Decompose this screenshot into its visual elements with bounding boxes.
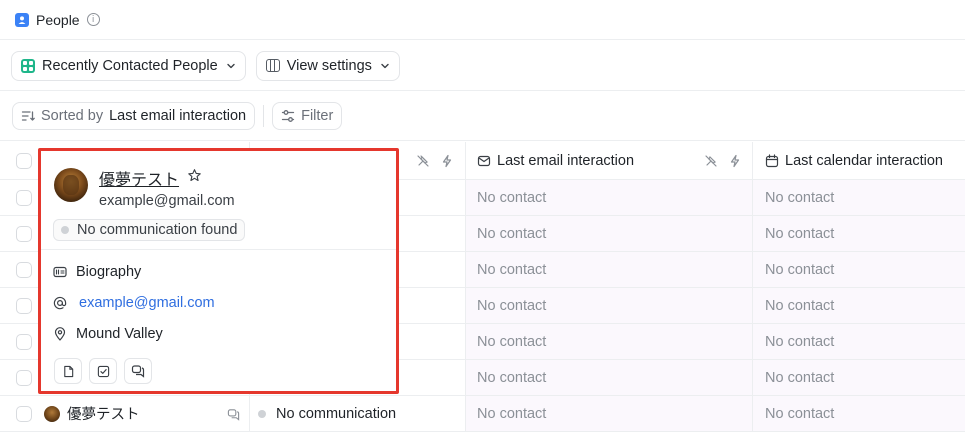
- avatar: [54, 168, 88, 202]
- column-header-email[interactable]: Last email interaction: [477, 142, 634, 180]
- email-cell[interactable]: No contact: [477, 216, 546, 251]
- page-title: People: [36, 11, 80, 28]
- email-cell[interactable]: No contact: [477, 180, 546, 215]
- lightning-icon[interactable]: [440, 154, 454, 168]
- column-divider: [465, 142, 466, 179]
- view-selector[interactable]: Recently Contacted People: [11, 50, 246, 81]
- avatar: [44, 405, 60, 422]
- calendar-cell[interactable]: No contact: [765, 180, 834, 215]
- column-actions: [416, 154, 454, 168]
- calendar-cell[interactable]: No contact: [765, 288, 834, 323]
- biography-icon: [53, 266, 67, 278]
- select-all-checkbox[interactable]: [16, 153, 32, 169]
- view-name: Recently Contacted People: [42, 57, 218, 74]
- comment-button[interactable]: [124, 358, 152, 384]
- column-label: Last calendar interaction: [785, 153, 943, 169]
- person-name: 優夢テスト: [67, 407, 140, 423]
- info-icon[interactable]: i: [86, 13, 100, 26]
- note-button[interactable]: [54, 358, 82, 384]
- row-checkbox[interactable]: [16, 370, 32, 386]
- status-dot: [258, 409, 266, 418]
- chevron-down-icon: [381, 63, 389, 68]
- email-cell[interactable]: No contact: [477, 396, 546, 431]
- column-header-calendar[interactable]: Last calendar interaction: [765, 142, 943, 180]
- calendar-icon: [765, 154, 779, 168]
- star-icon[interactable]: [187, 168, 202, 183]
- row-checkbox[interactable]: [16, 406, 32, 422]
- lightning-icon[interactable]: [728, 154, 742, 168]
- column-label: Last email interaction: [497, 153, 635, 169]
- unpin-icon[interactable]: [416, 154, 430, 168]
- location-pin-icon: [54, 327, 66, 341]
- communication-cell[interactable]: No communication: [258, 396, 396, 431]
- row-checkbox[interactable]: [16, 298, 32, 314]
- sort-button[interactable]: Sorted by Last email interaction: [12, 102, 256, 130]
- row-checkbox[interactable]: [16, 190, 32, 206]
- filter-sliders-icon: [281, 110, 295, 122]
- column-divider: [752, 142, 753, 179]
- column-actions: [704, 154, 742, 168]
- biography-label: Biography: [76, 264, 142, 280]
- mail-icon: [477, 155, 491, 167]
- sort-icon: [21, 111, 35, 121]
- person-name-link[interactable]: 優夢テスト: [99, 166, 179, 190]
- email-cell[interactable]: No contact: [477, 324, 546, 359]
- sort-field: Last email interaction: [109, 108, 247, 124]
- status-badge-label: No communication found: [77, 222, 238, 238]
- comments-icon[interactable]: [227, 408, 240, 421]
- filter-button[interactable]: Filter: [272, 102, 343, 130]
- person-hover-card: 優夢テスト example@gmail.com No communication…: [38, 148, 399, 394]
- people-icon: [15, 12, 29, 27]
- sorted-by-label: Sorted by: [41, 108, 104, 124]
- divider: [41, 249, 396, 250]
- unpin-icon[interactable]: [704, 154, 718, 168]
- task-button[interactable]: [89, 358, 117, 384]
- calendar-cell[interactable]: No contact: [765, 216, 834, 251]
- view-grid-icon: [21, 58, 35, 73]
- table-row[interactable]: 優夢テスト No communication No contact No con…: [0, 396, 965, 432]
- row-checkbox[interactable]: [16, 262, 32, 278]
- location-label: Mound Valley: [76, 326, 163, 342]
- email-cell[interactable]: No contact: [477, 252, 546, 287]
- email-link[interactable]: example@gmail.com: [79, 295, 215, 311]
- at-icon: [53, 296, 67, 310]
- calendar-cell[interactable]: No contact: [765, 360, 834, 395]
- email-row[interactable]: example@gmail.com: [53, 295, 215, 311]
- status-badge: No communication found: [53, 219, 246, 241]
- person-email: example@gmail.com: [99, 193, 235, 209]
- email-cell[interactable]: No contact: [477, 288, 546, 323]
- view-settings-button[interactable]: View settings: [255, 50, 400, 81]
- communication-status: No communication: [276, 405, 397, 422]
- checkbox-icon: [97, 365, 109, 377]
- comments-icon: [131, 365, 145, 378]
- document-icon: [63, 365, 73, 377]
- status-dot: [61, 226, 69, 234]
- calendar-cell[interactable]: No contact: [765, 252, 834, 287]
- view-bar: Recently Contacted People View settings: [0, 41, 965, 91]
- filter-label: Filter: [301, 108, 334, 124]
- popover-actions: [54, 358, 152, 384]
- top-bar: People i: [0, 0, 965, 40]
- row-checkbox[interactable]: [16, 226, 32, 242]
- columns-icon: [265, 59, 280, 72]
- chevron-down-icon: [227, 63, 235, 68]
- location-row[interactable]: Mound Valley: [53, 326, 163, 342]
- person-name-cell[interactable]: 優夢テスト: [44, 396, 140, 431]
- biography-row[interactable]: Biography: [53, 264, 141, 280]
- divider: [263, 105, 265, 127]
- view-settings-label: View settings: [286, 57, 372, 74]
- calendar-cell[interactable]: No contact: [765, 324, 834, 359]
- row-checkbox[interactable]: [16, 334, 32, 350]
- filter-bar: Sorted by Last email interaction Filter: [0, 92, 965, 141]
- calendar-cell[interactable]: No contact: [765, 396, 834, 431]
- email-cell[interactable]: No contact: [477, 360, 546, 395]
